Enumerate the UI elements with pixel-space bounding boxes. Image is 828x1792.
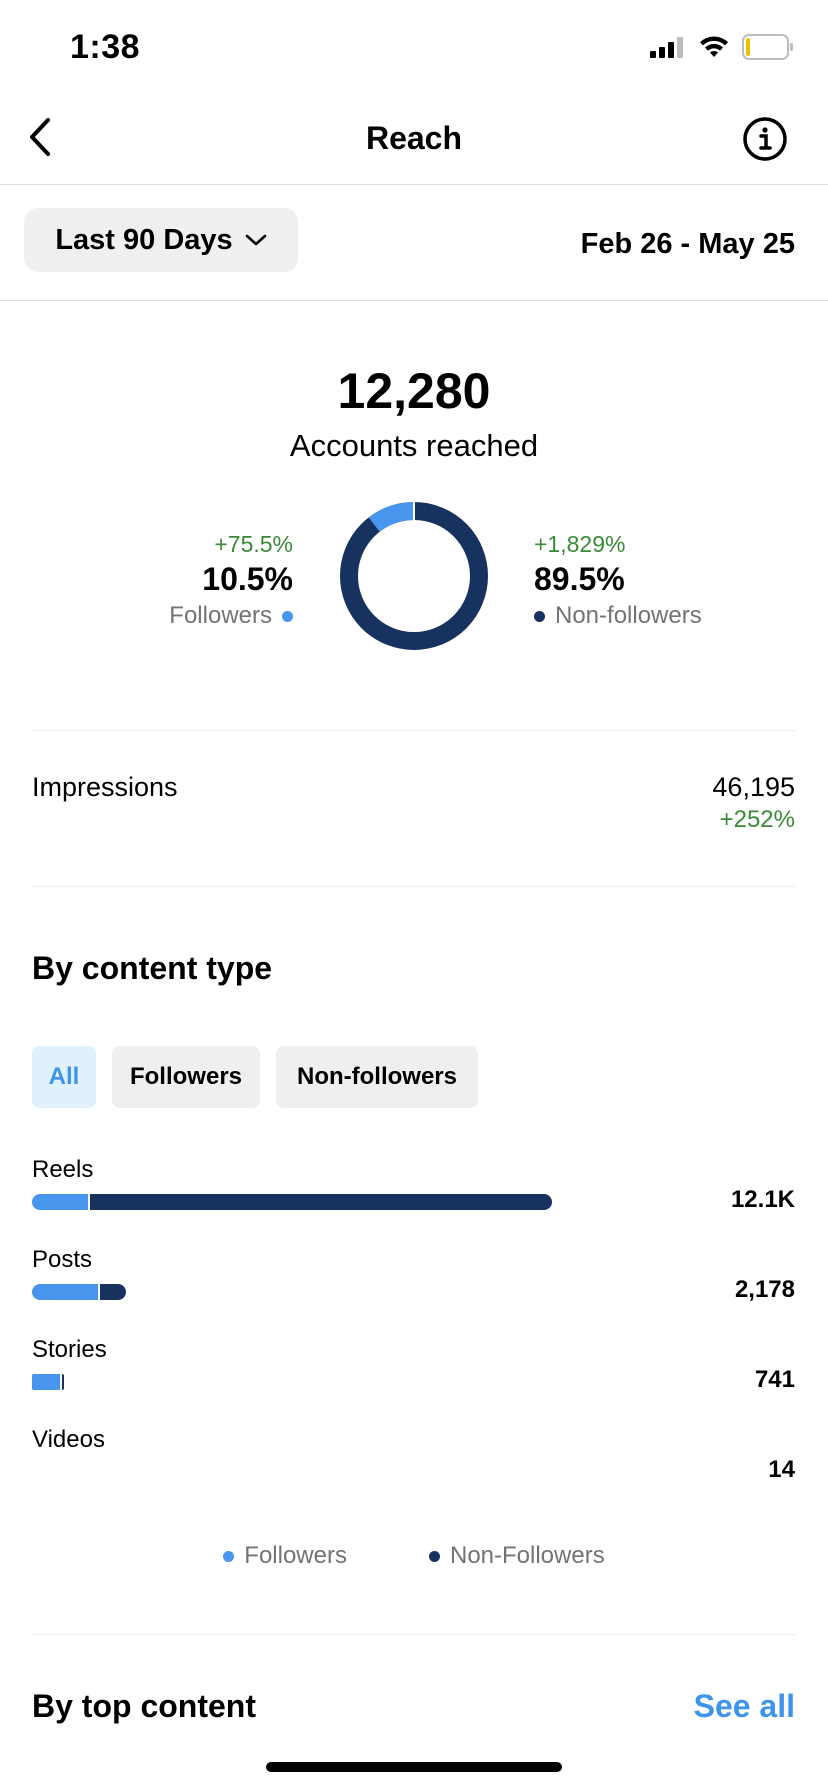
impressions-delta: +252%: [719, 806, 795, 833]
accounts-reached-count: 12,280: [337, 363, 491, 419]
home-indicator: [266, 1762, 562, 1772]
followers-stats: +75.5% 10.5% Followers: [169, 530, 293, 632]
bar-non-followers-segment: [97, 1284, 126, 1300]
chevron-down-icon: [245, 234, 266, 246]
wifi-icon: [700, 36, 728, 57]
content-row-label: Reels: [32, 1156, 94, 1183]
content-row-label: Posts: [32, 1246, 93, 1273]
top-content-title: By top content: [32, 1688, 256, 1724]
date-range-label: Last 90 Days: [55, 223, 233, 256]
date-range-dropdown[interactable]: Last 90 Days: [24, 208, 298, 272]
non-followers-percent: 89.5%: [534, 561, 625, 597]
non-followers-legend-label: Non-followers: [555, 602, 702, 629]
non-followers-legend: Non-followers: [534, 600, 702, 632]
legend-followers: Followers: [223, 1540, 347, 1572]
content-row-bar: [32, 1374, 64, 1390]
tab-all[interactable]: All: [32, 1046, 96, 1108]
followers-dot-icon: [223, 1550, 235, 1562]
bar-non-followers-segment: [60, 1374, 64, 1390]
content-row-label: Videos: [32, 1426, 105, 1453]
impressions-value: 46,195: [712, 772, 795, 802]
followers-legend-label: Followers: [169, 602, 272, 629]
battery-icon: [742, 34, 793, 60]
bar-followers-segment: [32, 1374, 61, 1390]
content-row-label: Stories: [32, 1336, 107, 1363]
non-followers-delta: +1,829%: [534, 531, 626, 557]
non-followers-dot-icon: [428, 1550, 440, 1562]
page-title: Reach: [365, 120, 463, 156]
donut-non-followers-segment: [340, 502, 488, 650]
bar-followers-segment: [32, 1194, 88, 1210]
status-time: 1:38: [70, 28, 141, 66]
reach-donut-chart: [340, 502, 488, 650]
non-followers-stats: +1,829% 89.5% Non-followers: [534, 530, 702, 632]
followers-delta: +75.5%: [214, 531, 293, 557]
followers-dot-icon: [282, 610, 293, 622]
content-type-divider: [32, 1634, 796, 1635]
signal-icon: [650, 37, 683, 58]
info-button[interactable]: [742, 116, 788, 162]
bar-non-followers-segment: [87, 1194, 552, 1210]
header-divider: [0, 184, 828, 185]
summary-divider: [32, 730, 796, 731]
tab-followers[interactable]: Followers: [112, 1046, 260, 1108]
status-icons: [650, 34, 794, 60]
content-row-bar: [32, 1194, 552, 1210]
see-all-link[interactable]: See all: [694, 1688, 795, 1725]
content-type-title: By content type: [32, 950, 273, 986]
date-range-dates: Feb 26 - May 25: [580, 228, 795, 260]
content-type-legend: Followers Non-Followers: [0, 1540, 828, 1572]
content-row-value: 2,178: [734, 1276, 795, 1303]
accounts-reached-label: Accounts reached: [289, 428, 539, 463]
range-divider: [0, 300, 828, 301]
content-row-value: 741: [754, 1366, 795, 1393]
followers-percent: 10.5%: [202, 561, 293, 597]
legend-non-followers: Non-Followers: [428, 1540, 605, 1572]
content-row-value: 14: [768, 1456, 795, 1483]
content-row-value: 12.1K: [730, 1186, 795, 1213]
impressions-label: Impressions: [32, 772, 178, 802]
non-followers-dot-icon: [534, 610, 545, 622]
content-row-bar: [32, 1284, 126, 1300]
legend-non-followers-label: Non-Followers: [449, 1542, 605, 1569]
followers-legend: Followers: [169, 600, 293, 632]
bar-followers-segment: [32, 1284, 98, 1300]
tab-non-followers[interactable]: Non-followers: [276, 1046, 478, 1108]
impressions-divider: [32, 886, 796, 887]
legend-followers-label: Followers: [244, 1542, 347, 1569]
info-icon: [743, 117, 787, 161]
